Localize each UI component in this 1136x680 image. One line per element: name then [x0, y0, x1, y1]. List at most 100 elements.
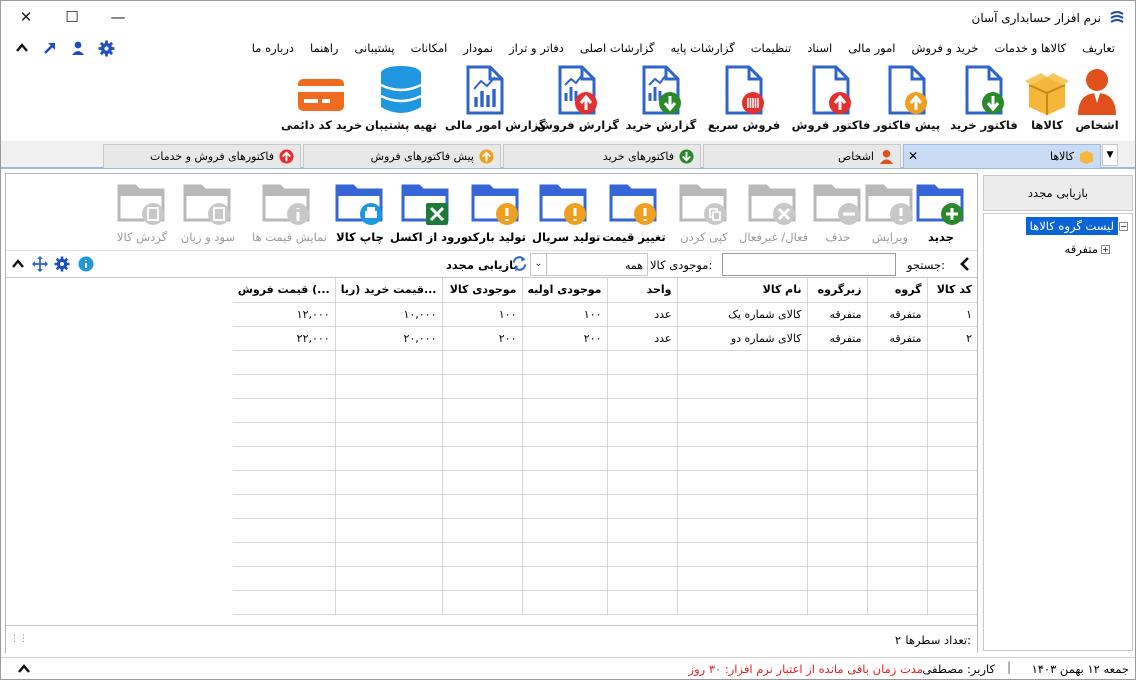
col-initial-stock[interactable]: موجودی اولیه — [522, 278, 608, 303]
tab-sales-proforma[interactable]: پیش فاکتورهای فروش — [303, 144, 501, 168]
close-tab-icon[interactable]: ✕ — [908, 149, 918, 163]
gear-icon[interactable] — [97, 39, 115, 57]
menu-basic-reports[interactable]: گزارشات پایه — [662, 41, 742, 55]
toggle-active-button[interactable]: فعال/ غیرفعال — [739, 176, 808, 244]
cell-name[interactable]: کالای شماره یک — [677, 302, 808, 327]
menu-main-reports[interactable]: گزارشات اصلی — [572, 41, 663, 55]
menu-charts[interactable]: نمودار — [455, 41, 501, 55]
tree-child-item[interactable]: متفرقه — [1065, 242, 1098, 256]
generate-barcode-button[interactable]: تولید بارکد — [464, 176, 528, 244]
cell-purchase-price[interactable]: ۲۰,۰۰۰ — [335, 326, 443, 351]
menu-help[interactable]: راهنما — [302, 41, 346, 55]
col-subgroup[interactable]: زیرگروه — [807, 278, 868, 303]
stock-filter-select[interactable]: همه ⌄ — [530, 253, 648, 276]
document-tabs: ▼ ✕ کالاها اشخاص فاکتورهای خرید پیش فاکت… — [1, 141, 1135, 169]
generate-serial-button[interactable]: تولید سریال — [532, 176, 600, 244]
cell-purchase-price[interactable]: ۱۰,۰۰۰ — [335, 302, 443, 327]
menu-finance[interactable]: امور مالی — [840, 41, 903, 55]
menu-settings[interactable]: تنظیمات — [743, 41, 800, 55]
cell-initial-stock[interactable]: ۲۰۰ — [522, 326, 608, 351]
close-window-button[interactable]: ✕ — [13, 5, 39, 29]
tab-goods[interactable]: ✕ کالاها — [903, 144, 1101, 168]
folder-edit-icon — [865, 184, 913, 225]
info-icon[interactable] — [78, 256, 94, 275]
ribbon-proforma[interactable]: پیش فاکتور — [867, 63, 947, 132]
collapse-tree-icon[interactable]: − — [1119, 222, 1128, 231]
col-purchase-price[interactable]: قیمت خرید (ریا... — [335, 278, 443, 303]
cell-name[interactable]: کالای شماره دو — [677, 326, 808, 351]
ribbon-purchase-invoice[interactable]: فاکتور خرید — [944, 63, 1024, 132]
tree-root-item[interactable]: لیست گروه کالاها — [1025, 217, 1118, 235]
tab-purchase-invoices[interactable]: فاکتورهای خرید — [503, 144, 701, 168]
profit-loss-button[interactable]: سود و زیان — [176, 176, 240, 244]
delete-button[interactable]: حذف — [806, 176, 870, 244]
tab-sales-invoices[interactable]: فاکتورهای فروش و خدمات — [103, 144, 301, 168]
col-name[interactable]: نام کالا — [677, 278, 808, 303]
cell-unit[interactable]: عدد — [607, 326, 678, 351]
cell-stock[interactable]: ۲۰۰ — [442, 326, 523, 351]
show-prices-button[interactable]: نمایش قیمت ها — [252, 176, 327, 244]
document-upload-icon — [812, 65, 851, 115]
ribbon-backup[interactable]: تهیه پشتیبان — [361, 63, 441, 132]
collapse-up-icon[interactable] — [11, 257, 25, 274]
cell-sale-price[interactable]: ۲۲,۰۰۰ — [232, 326, 336, 351]
menu-definitions[interactable]: تعاریف — [1074, 41, 1123, 55]
maximize-window-button[interactable]: ☐ — [59, 5, 85, 29]
back-chevron-icon[interactable] — [959, 256, 971, 275]
table-row[interactable]: ۱۲,۰۰۰ ۱۰,۰۰۰ ۱۰۰ ۱۰۰ عدد کالای شماره یک… — [232, 302, 977, 327]
cell-code[interactable]: ۱ — [927, 302, 977, 327]
menu-features[interactable]: امکانات — [403, 41, 456, 55]
ribbon-sales-report[interactable]: گزارش فروش — [537, 63, 619, 132]
goods-table: قیمت فروش (... قیمت خرید (ریا... موجودی … — [232, 278, 977, 615]
ribbon-purchase-report[interactable]: گزارش خرید — [621, 63, 701, 132]
cell-group[interactable]: متفرقه — [867, 302, 928, 327]
col-sale-price[interactable]: قیمت فروش (... — [232, 278, 336, 303]
cell-sale-price[interactable]: ۱۲,۰۰۰ — [232, 302, 336, 327]
menu-buy-sell[interactable]: خرید و فروش — [903, 41, 986, 55]
menu-about[interactable]: درباره ما — [244, 41, 302, 55]
resize-grip-icon[interactable]: ⋮⋮ — [10, 634, 28, 644]
print-goods-button[interactable]: چاپ کالا — [328, 176, 392, 244]
menu-documents[interactable]: اسناد — [799, 41, 840, 55]
import-excel-button[interactable]: ورود از اکسل — [390, 176, 468, 244]
ribbon-sales-invoice[interactable]: فاکتور فروش — [791, 63, 871, 132]
col-unit[interactable]: واحد — [607, 278, 678, 303]
search-input[interactable] — [722, 253, 896, 276]
tabs-dropdown-button[interactable]: ▼ — [1102, 144, 1118, 166]
move-icon[interactable] — [32, 256, 48, 275]
tab-persons[interactable]: اشخاص — [703, 144, 901, 168]
menu-ledgers[interactable]: دفاتر و تراز — [501, 41, 572, 55]
cell-group[interactable]: متفرقه — [867, 326, 928, 351]
goods-grid: قیمت فروش (... قیمت خرید (ریا... موجودی … — [6, 278, 977, 625]
cell-subgroup[interactable]: متفرقه — [807, 302, 868, 327]
upload-circle-icon — [279, 149, 294, 164]
col-group[interactable]: گروه — [867, 278, 928, 303]
gear-icon[interactable] — [54, 256, 70, 275]
cell-code[interactable]: ۲ — [927, 326, 977, 351]
arrow-up-right-icon[interactable] — [41, 39, 59, 57]
ribbon-finance-report[interactable]: گزارش امور مالی — [445, 63, 546, 132]
cell-subgroup[interactable]: متفرقه — [807, 326, 868, 351]
collapse-up-icon[interactable] — [17, 662, 31, 679]
collapse-up-icon[interactable] — [13, 39, 31, 57]
user-icon[interactable] — [69, 39, 87, 57]
refresh-icon[interactable] — [512, 256, 527, 274]
grid-footer: تعداد سطرها: ۲ ⋮⋮ — [6, 625, 977, 653]
cell-stock[interactable]: ۱۰۰ — [442, 302, 523, 327]
col-stock[interactable]: موجودی کالا — [442, 278, 523, 303]
cell-unit[interactable]: عدد — [607, 302, 678, 327]
copy-button[interactable]: کپی کردن — [672, 176, 736, 244]
goods-turnover-button[interactable]: گردش کالا — [110, 176, 174, 244]
col-code[interactable]: کد کالا — [927, 278, 977, 303]
expand-tree-icon[interactable]: + — [1101, 245, 1110, 254]
table-row[interactable]: ۲۲,۰۰۰ ۲۰,۰۰۰ ۲۰۰ ۲۰۰ عدد کالای شماره دو… — [232, 326, 977, 351]
minimize-window-button[interactable]: — — [105, 5, 131, 29]
refresh-groups-button[interactable]: بازیابی مجدد — [983, 175, 1133, 211]
ribbon-quick-sale[interactable]: فروش سریع — [704, 63, 784, 132]
cell-initial-stock[interactable]: ۱۰۰ — [522, 302, 608, 327]
menu-support[interactable]: پشتیبانی — [346, 41, 402, 55]
menu-goods-services[interactable]: کالاها و خدمات — [986, 41, 1074, 55]
change-price-button[interactable]: تغییر قیمت — [602, 176, 666, 244]
refresh-grid-label[interactable]: بازیابی مجدد — [446, 258, 518, 272]
ribbon-buy-license[interactable]: خرید کد دائمی — [281, 63, 362, 132]
